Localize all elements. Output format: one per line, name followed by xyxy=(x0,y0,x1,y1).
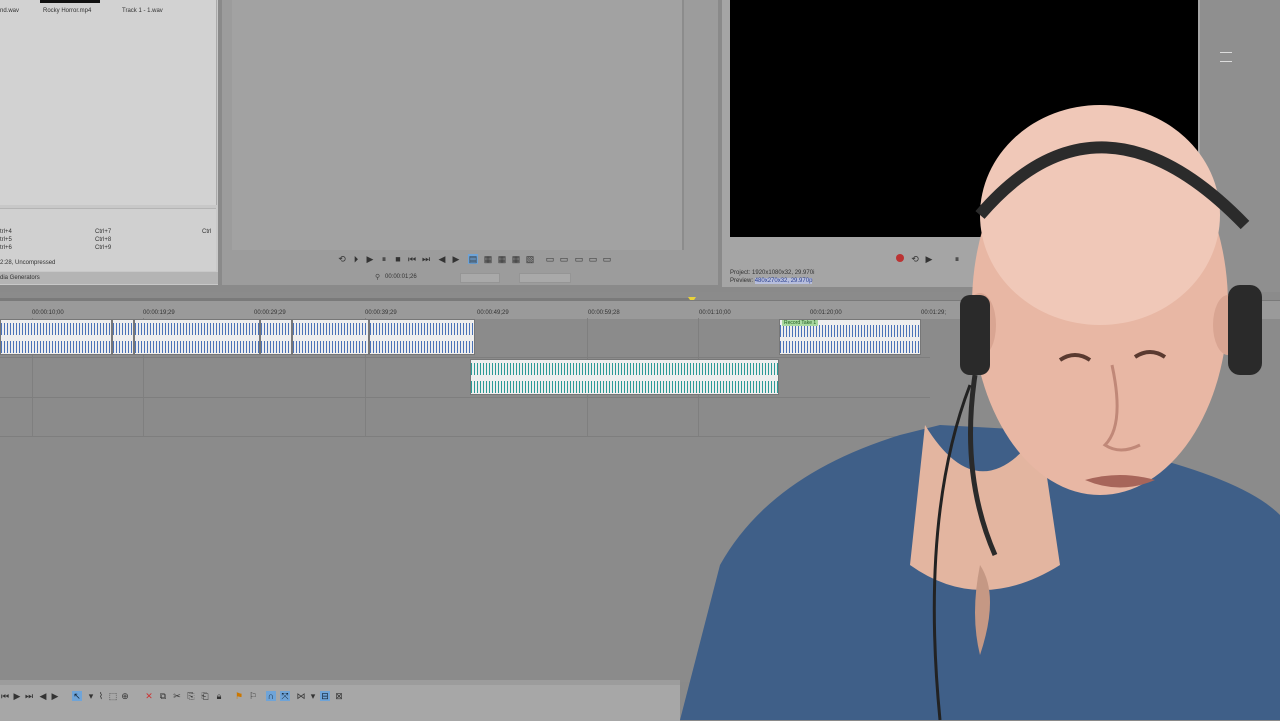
waveform xyxy=(1,341,111,353)
waveform xyxy=(135,323,259,335)
go-to-start-icon[interactable]: ⏮ xyxy=(0,691,10,701)
media-file-item[interactable]: nd.wav xyxy=(0,8,19,14)
waveform xyxy=(293,323,368,335)
trim-tool-icon[interactable]: ▭ xyxy=(574,254,584,264)
trim-tool-icon[interactable]: ▭ xyxy=(602,254,612,264)
lock-envelopes-icon[interactable]: ⊟ xyxy=(320,691,330,701)
media-thumbnail xyxy=(40,0,100,3)
crossfade-icon[interactable]: ⋈ xyxy=(296,691,306,701)
format-info: 2:28, Uncompressed xyxy=(0,260,56,266)
ruler-tick: 00:00:59;28 xyxy=(588,310,620,316)
trim-tool-icon[interactable]: ▦ xyxy=(483,254,493,264)
waveform xyxy=(293,341,368,353)
dropdown-icon[interactable]: ▾ xyxy=(308,691,318,701)
go-to-end-icon[interactable]: ⏭ xyxy=(421,254,431,264)
shortcut-label: trl+6 xyxy=(0,245,12,251)
ignore-grouping-icon[interactable]: ⊠ xyxy=(334,691,344,701)
waveform xyxy=(261,323,291,335)
waveform xyxy=(261,341,291,353)
go-to-end-icon[interactable]: ⏭ xyxy=(24,691,34,701)
trimmer-length-field[interactable] xyxy=(519,273,571,283)
media-file-item[interactable]: Track 1 - 1.wav xyxy=(122,8,163,14)
copy-icon[interactable]: ⎘ xyxy=(186,691,196,701)
trim-tool-icon[interactable]: ▭ xyxy=(588,254,598,264)
shortcut-label: trl+5 xyxy=(0,237,12,243)
audio-clip[interactable] xyxy=(112,319,134,355)
trimmer-mode-icon[interactable]: ▤ xyxy=(468,254,478,264)
headset-earcup-right xyxy=(1228,285,1262,375)
head-top-highlight xyxy=(980,105,1220,325)
delete-icon[interactable]: ✕ xyxy=(144,691,154,701)
ruler-tick: 00:00:39;29 xyxy=(365,310,397,316)
ruler-tick: 00:00:10;00 xyxy=(32,310,64,316)
prev-frame-icon[interactable]: ◀ xyxy=(437,254,447,264)
prev-frame-icon[interactable]: ◀ xyxy=(38,691,48,701)
shortcut-label: trl+4 xyxy=(0,229,12,235)
stop-icon[interactable]: ■ xyxy=(393,254,403,264)
selection-tool-icon[interactable]: ⬚ xyxy=(108,691,118,701)
trim-tool-icon[interactable]: ▦ xyxy=(511,254,521,264)
timeline-toolbar xyxy=(0,682,680,721)
auto-ripple-icon[interactable]: ⤧ xyxy=(280,691,290,701)
fader-handle-icon[interactable] xyxy=(1220,52,1232,62)
audio-clip[interactable] xyxy=(134,319,260,355)
play-from-start-icon[interactable]: ⏵ xyxy=(351,254,361,264)
waveform xyxy=(113,341,133,353)
normal-edit-tool-icon[interactable]: ↖ xyxy=(72,691,82,701)
trim-icon[interactable]: ⧉ xyxy=(158,691,168,701)
shortcut-label: Ctrl+7 xyxy=(95,229,112,235)
shortcut-label: Ctrl+9 xyxy=(95,245,112,251)
trim-tool-icon[interactable]: ▧ xyxy=(525,254,535,264)
explorer-info-panel: trl+4 trl+5 trl+6 Ctrl+7 Ctrl+8 Ctrl+9 C… xyxy=(0,208,216,271)
waveform xyxy=(370,323,474,335)
play-icon[interactable]: ▶ xyxy=(365,254,375,264)
snap-icon[interactable]: ∩ xyxy=(266,691,276,701)
timecode-icon: ⚲ xyxy=(375,274,381,281)
trimmer-selection-field[interactable] xyxy=(460,273,500,283)
waveform xyxy=(370,341,474,353)
shortcut-label: Ctrl+8 xyxy=(95,237,112,243)
zoom-tool-icon[interactable]: ⊕ xyxy=(120,691,130,701)
audio-clip[interactable] xyxy=(292,319,369,355)
media-file-item[interactable]: Rocky Horror.mp4 xyxy=(43,8,91,14)
marker-icon[interactable]: ⚑ xyxy=(234,691,244,701)
ruler-tick: 00:00:19;29 xyxy=(143,310,175,316)
trimmer-view xyxy=(232,0,684,250)
timeline-scrollbar[interactable] xyxy=(0,680,680,685)
next-frame-icon[interactable]: ▶ xyxy=(50,691,60,701)
media-file-list: nd.wav Rocky Horror.mp4 Track 1 - 1.wav xyxy=(0,0,217,205)
trim-tool-icon[interactable]: ▦ xyxy=(497,254,507,264)
pause-icon[interactable]: ⏸ xyxy=(379,254,389,264)
trim-tool-icon[interactable]: ▭ xyxy=(545,254,555,264)
waveform xyxy=(113,323,133,335)
loop-icon[interactable]: ⟲ xyxy=(337,254,347,264)
envelope-tool-icon[interactable]: ⌇ xyxy=(96,691,106,701)
trim-tool-icon[interactable]: ▭ xyxy=(559,254,569,264)
ruler-tick: 00:00:29;29 xyxy=(254,310,286,316)
shortcut-label: Ctrl xyxy=(202,229,212,235)
headset-earcup-left xyxy=(960,295,990,375)
audio-clip[interactable] xyxy=(369,319,475,355)
tab-media-generators[interactable]: dia Generators xyxy=(0,275,40,281)
play-icon[interactable]: ▶ xyxy=(12,691,22,701)
dropdown-icon[interactable]: ▾ xyxy=(86,691,96,701)
waveform xyxy=(135,341,259,353)
audio-clip[interactable] xyxy=(0,319,112,355)
ruler-tick: 00:00:49;29 xyxy=(477,310,509,316)
region-icon[interactable]: ⚐ xyxy=(248,691,258,701)
lock-icon[interactable]: 🔒︎ xyxy=(214,691,224,701)
audio-clip[interactable] xyxy=(260,319,292,355)
explorer-tab-bar: dia Generators xyxy=(0,272,218,284)
trimmer-timecode: 00:00:01;26 xyxy=(385,274,417,280)
webcam-overlay xyxy=(680,105,1280,720)
next-frame-icon[interactable]: ▶ xyxy=(451,254,461,264)
waveform xyxy=(1,323,111,335)
cut-icon[interactable]: ✂ xyxy=(172,691,182,701)
go-to-start-icon[interactable]: ⏮ xyxy=(407,254,417,264)
paste-icon[interactable]: ⎗ xyxy=(200,691,210,701)
